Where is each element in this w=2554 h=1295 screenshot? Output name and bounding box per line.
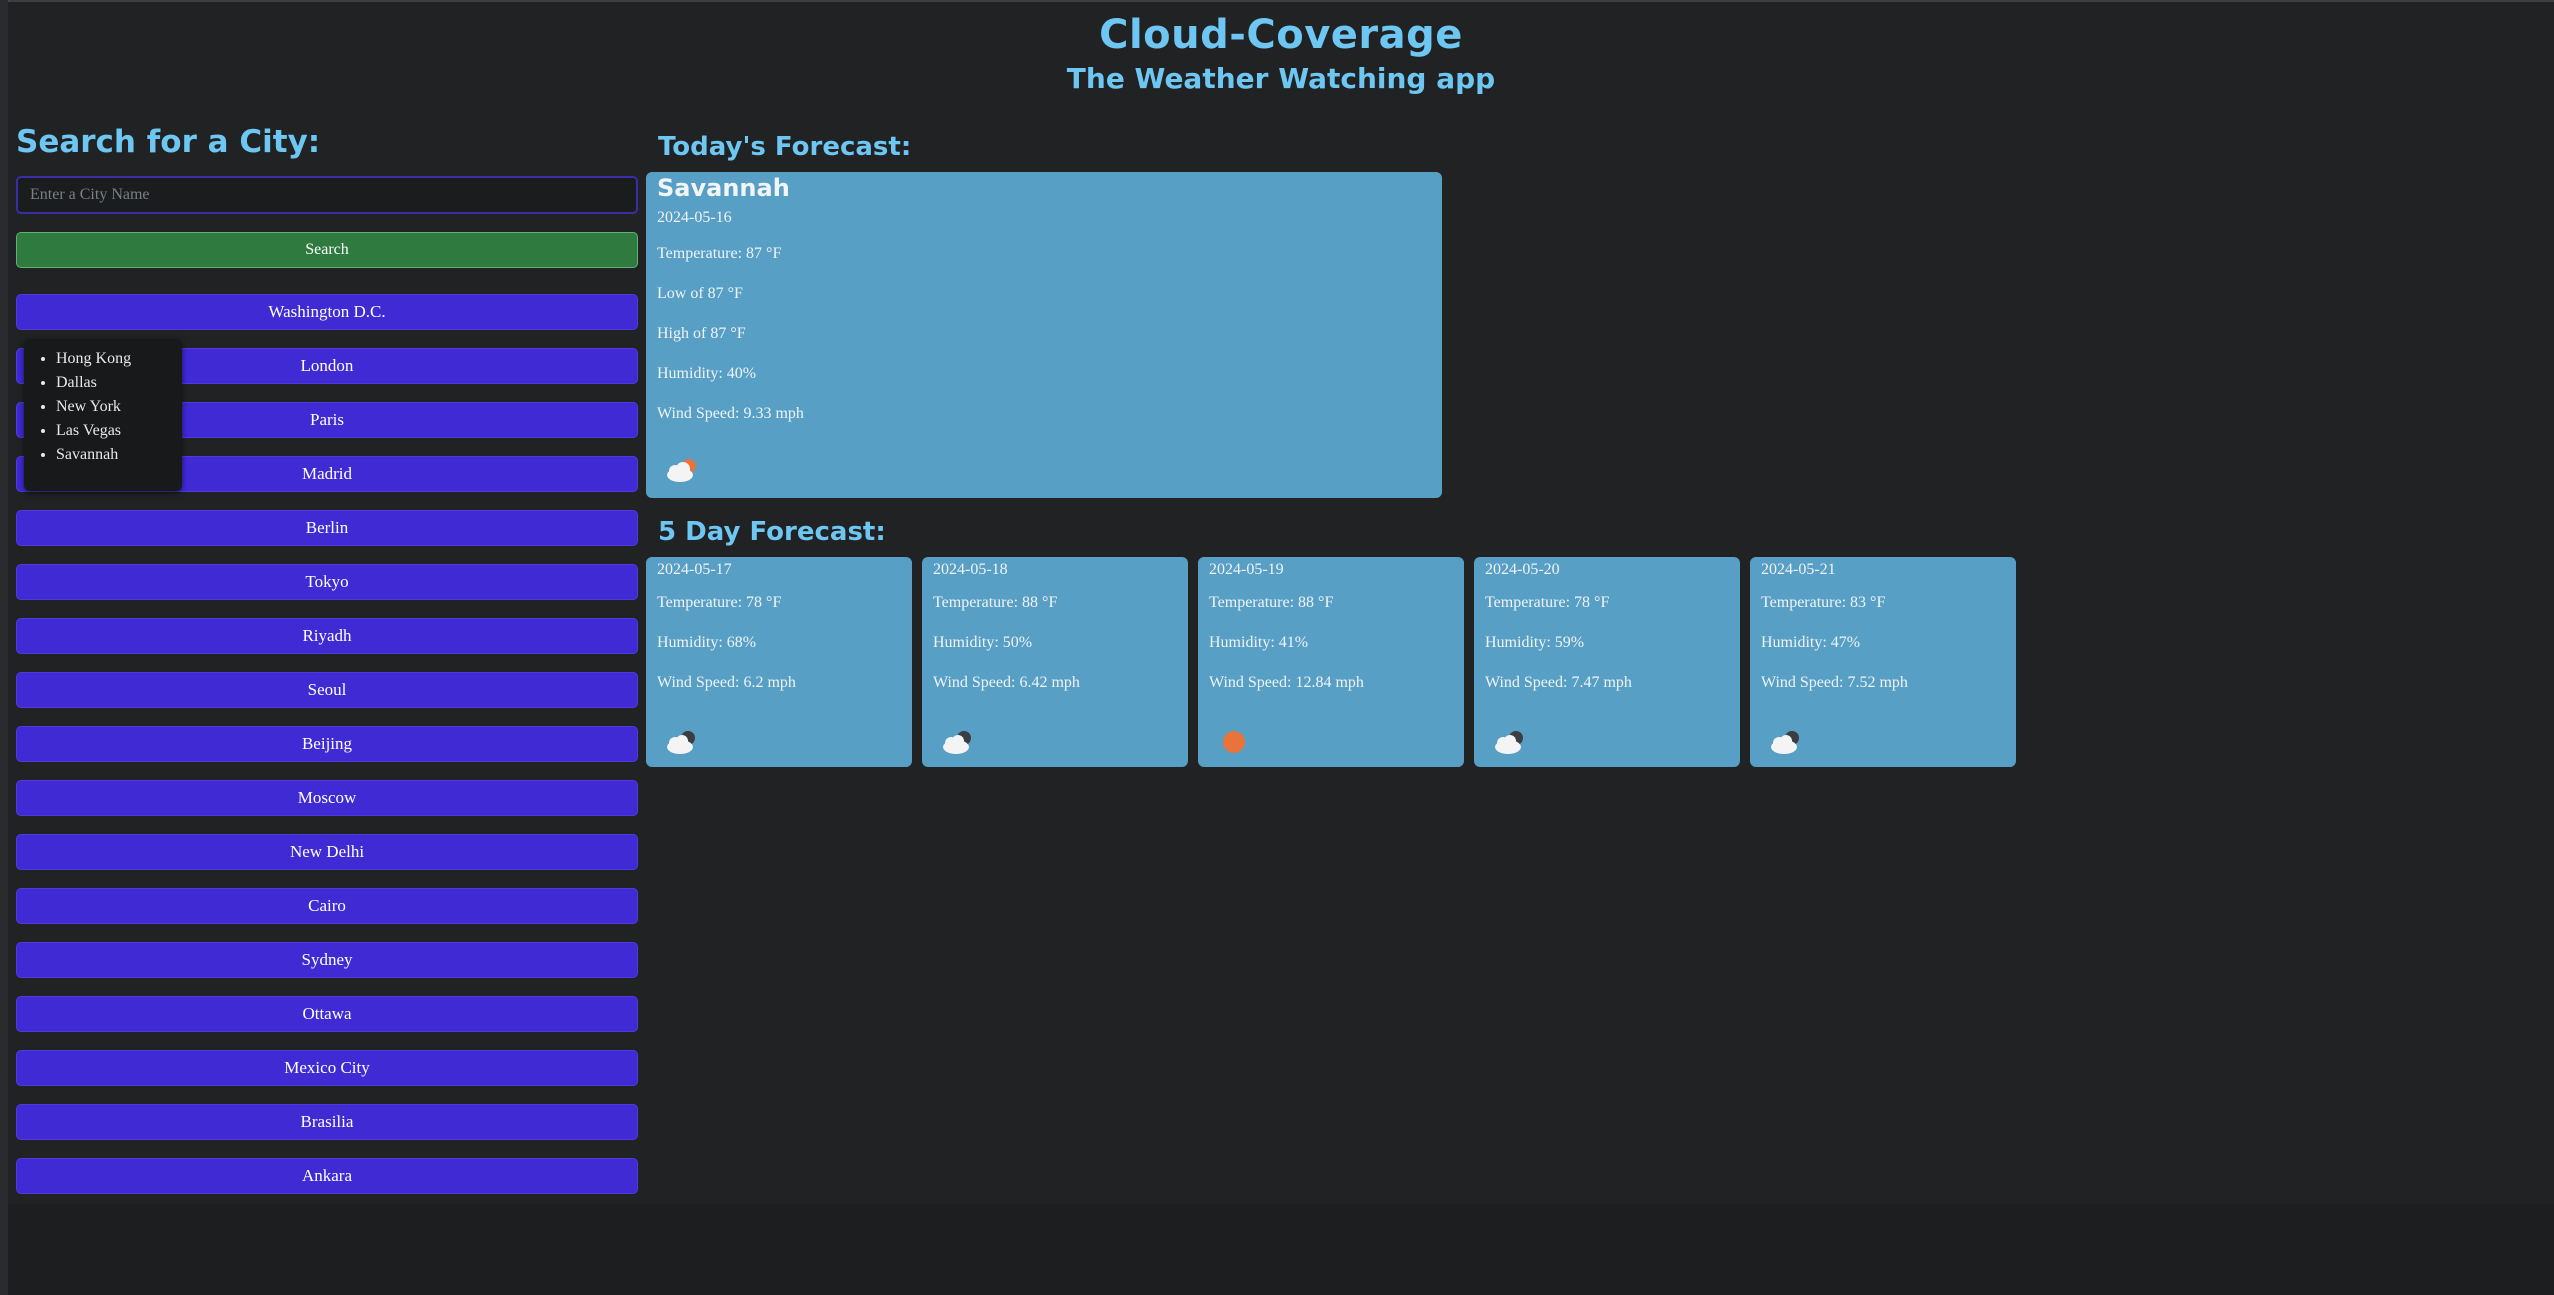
cloud-sun-icon — [667, 459, 696, 482]
search-button[interactable]: Search — [16, 232, 638, 268]
city-search-input[interactable] — [16, 176, 638, 214]
today-wind-speed: Wind Speed: 9.33 mph — [657, 405, 804, 422]
app-header: Cloud-Coverage The Weather Watching app — [8, 2, 2554, 95]
cloud-moon-icon — [667, 731, 695, 754]
forecast-card: 2024-05-21 Temperature: 83 °F Humidity: … — [1750, 557, 2016, 767]
forecast-date: 2024-05-20 — [1485, 561, 1560, 578]
city-button-moscow[interactable]: Moscow — [16, 780, 638, 816]
forecast-wind-speed: Wind Speed: 6.42 mph — [933, 674, 1080, 691]
forecast-wind-speed: Wind Speed: 7.47 mph — [1485, 674, 1632, 691]
forecast-humidity: Humidity: 47% — [1761, 634, 1861, 651]
city-button-berlin[interactable]: Berlin — [16, 510, 638, 546]
forecast-humidity: Humidity: 59% — [1485, 634, 1585, 651]
history-item[interactable]: Dallas — [56, 371, 182, 395]
forecast-card: 2024-05-20 Temperature: 78 °F Humidity: … — [1474, 557, 1740, 767]
city-button-tokyo[interactable]: Tokyo — [16, 564, 638, 600]
forecast-date: 2024-05-21 — [1761, 561, 1836, 578]
five-day-forecast-row: 2024-05-17 Temperature: 78 °F Humidity: … — [646, 557, 2046, 767]
city-button-washington[interactable]: Washington D.C. — [16, 294, 638, 330]
forecast-temperature: Temperature: 78 °F — [657, 594, 782, 611]
search-panel: Search for a City: Search Washington D.C… — [16, 124, 638, 1194]
city-button-new-delhi[interactable]: New Delhi — [16, 834, 638, 870]
city-button-riyadh[interactable]: Riyadh — [16, 618, 638, 654]
forecast-temperature: Temperature: 78 °F — [1485, 594, 1610, 611]
forecast-humidity: Humidity: 50% — [933, 634, 1033, 651]
forecast-temperature: Temperature: 88 °F — [933, 594, 1058, 611]
app-title: Cloud-Coverage — [1099, 12, 1463, 58]
todays-forecast-heading: Today's Forecast: — [658, 132, 912, 162]
forecast-wind-speed: Wind Speed: 7.52 mph — [1761, 674, 1908, 691]
forecast-temperature: Temperature: 88 °F — [1209, 594, 1334, 611]
forecast-card: 2024-05-18 Temperature: 88 °F Humidity: … — [922, 557, 1188, 767]
city-button-ankara[interactable]: Ankara — [16, 1158, 638, 1194]
forecast-card: 2024-05-17 Temperature: 78 °F Humidity: … — [646, 557, 912, 767]
forecast-wind-speed: Wind Speed: 12.84 mph — [1209, 674, 1364, 691]
today-temperature: Temperature: 87 °F — [657, 245, 782, 262]
today-city-name: Savannah — [657, 174, 790, 202]
forecast-wind-speed: Wind Speed: 6.2 mph — [657, 674, 796, 691]
search-heading: Search for a City: — [16, 124, 321, 160]
history-item[interactable]: Savannah — [56, 443, 182, 467]
city-button-brasilia[interactable]: Brasilia — [16, 1104, 638, 1140]
city-button-beijing[interactable]: Beijing — [16, 726, 638, 762]
city-button-seoul[interactable]: Seoul — [16, 672, 638, 708]
todays-forecast-card: Savannah 2024-05-16 Temperature: 87 °F L… — [646, 172, 1442, 498]
cloud-moon-icon — [1495, 731, 1523, 754]
app-subtitle: The Weather Watching app — [1066, 62, 1496, 95]
today-high: High of 87 °F — [657, 325, 746, 342]
history-item[interactable]: New York — [56, 395, 182, 419]
forecast-humidity: Humidity: 41% — [1209, 634, 1309, 651]
forecast-temperature: Temperature: 83 °F — [1761, 594, 1886, 611]
today-low: Low of 87 °F — [657, 285, 743, 302]
forecast-date: 2024-05-19 — [1209, 561, 1284, 578]
browser-viewport: Cloud-Coverage The Weather Watching app … — [0, 0, 2554, 1295]
app-page: Cloud-Coverage The Weather Watching app … — [8, 2, 2554, 1204]
search-history-dropdown: Hong Kong Dallas New York Las Vegas Sava… — [24, 339, 182, 491]
search-history-list: Hong Kong Dallas New York Las Vegas Sava… — [24, 347, 182, 467]
today-date: 2024-05-16 — [657, 209, 732, 226]
cloud-moon-icon — [1771, 731, 1799, 754]
today-humidity: Humidity: 40% — [657, 365, 757, 382]
city-button-mexico-city[interactable]: Mexico City — [16, 1050, 638, 1086]
forecast-date: 2024-05-18 — [933, 561, 1008, 578]
cloud-moon-icon — [943, 731, 971, 754]
sun-icon — [1223, 731, 1245, 753]
history-item[interactable]: Hong Kong — [56, 347, 182, 371]
history-item[interactable]: Las Vegas — [56, 419, 182, 443]
forecast-date: 2024-05-17 — [657, 561, 732, 578]
page-bottom-background — [8, 1204, 2554, 1295]
city-button-cairo[interactable]: Cairo — [16, 888, 638, 924]
forecast-card: 2024-05-19 Temperature: 88 °F Humidity: … — [1198, 557, 1464, 767]
forecast-humidity: Humidity: 68% — [657, 634, 757, 651]
city-button-ottawa[interactable]: Ottawa — [16, 996, 638, 1032]
five-day-forecast-heading: 5 Day Forecast: — [658, 517, 886, 547]
city-button-sydney[interactable]: Sydney — [16, 942, 638, 978]
